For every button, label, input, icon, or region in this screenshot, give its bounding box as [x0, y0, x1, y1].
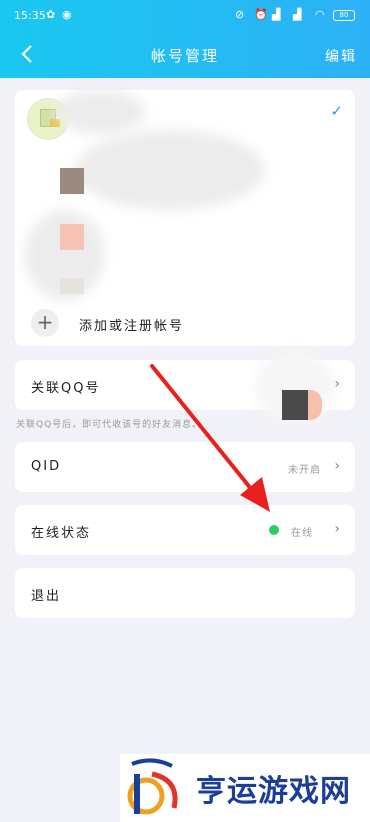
check-icon: ✓ [330, 102, 343, 120]
logout-label: 退出 [31, 589, 62, 604]
linked-avatar [282, 390, 308, 420]
chevron-right-icon: › [334, 521, 340, 537]
app-icon: ◉ [62, 8, 72, 21]
obscured-region [75, 130, 265, 210]
linked-qq-label: 关联QQ号 [31, 381, 101, 396]
accounts-card: ✓ + 添加或注册帐号 [15, 90, 355, 346]
signal-icon-2: ▟ [293, 8, 302, 21]
account-avatar-thumb[interactable] [60, 224, 84, 250]
mute-icon: ⊘ [235, 8, 245, 21]
chevron-right-icon: › [334, 376, 340, 392]
alarm-icon: ⏰ [254, 8, 268, 21]
plus-icon: + [31, 309, 59, 337]
qid-label: QID [31, 459, 62, 474]
qid-row[interactable]: QID 未开启 › [15, 442, 355, 492]
obscured-region [55, 90, 145, 134]
add-account-label: 添加或注册帐号 [79, 319, 185, 334]
online-dot-icon [269, 525, 279, 535]
watermark-text: 亨运游戏网 [196, 774, 351, 809]
notification-icon: ✿ [46, 8, 56, 21]
watermark: 亨运游戏网 [120, 754, 370, 822]
logout-row[interactable]: 退出 [15, 568, 355, 618]
wifi-icon: ◠ [315, 8, 325, 21]
signal-icon: ▟ [272, 8, 281, 21]
qid-value: 未开启 [288, 465, 321, 476]
status-time: 15:35 [14, 9, 46, 22]
online-status-label: 在线状态 [31, 526, 92, 541]
account-avatar-thumb[interactable] [60, 278, 84, 294]
watermark-logo-icon [127, 758, 178, 815]
linked-qq-hint: 关联QQ号后，即可代收该号的好友消息。 [16, 420, 203, 430]
linked-qq-row[interactable]: 关联QQ号 › [15, 350, 355, 424]
online-status-value: 在线 [291, 528, 313, 539]
online-status-row[interactable]: 在线状态 在线 › [15, 505, 355, 555]
nav-bar: 帐号管理 编辑 [0, 32, 370, 78]
page-title: 帐号管理 [150, 47, 219, 65]
status-bar: 15:35 ✿ ◉ ⊘ ⏰ ▟ ▟ ◠ 80 [0, 0, 370, 32]
chevron-right-icon: › [334, 458, 340, 474]
battery-icon: 80 [333, 10, 355, 21]
add-account-button[interactable]: + 添加或注册帐号 [15, 302, 355, 346]
account-avatar-thumb[interactable] [60, 168, 84, 194]
edit-button[interactable]: 编辑 [325, 46, 357, 66]
